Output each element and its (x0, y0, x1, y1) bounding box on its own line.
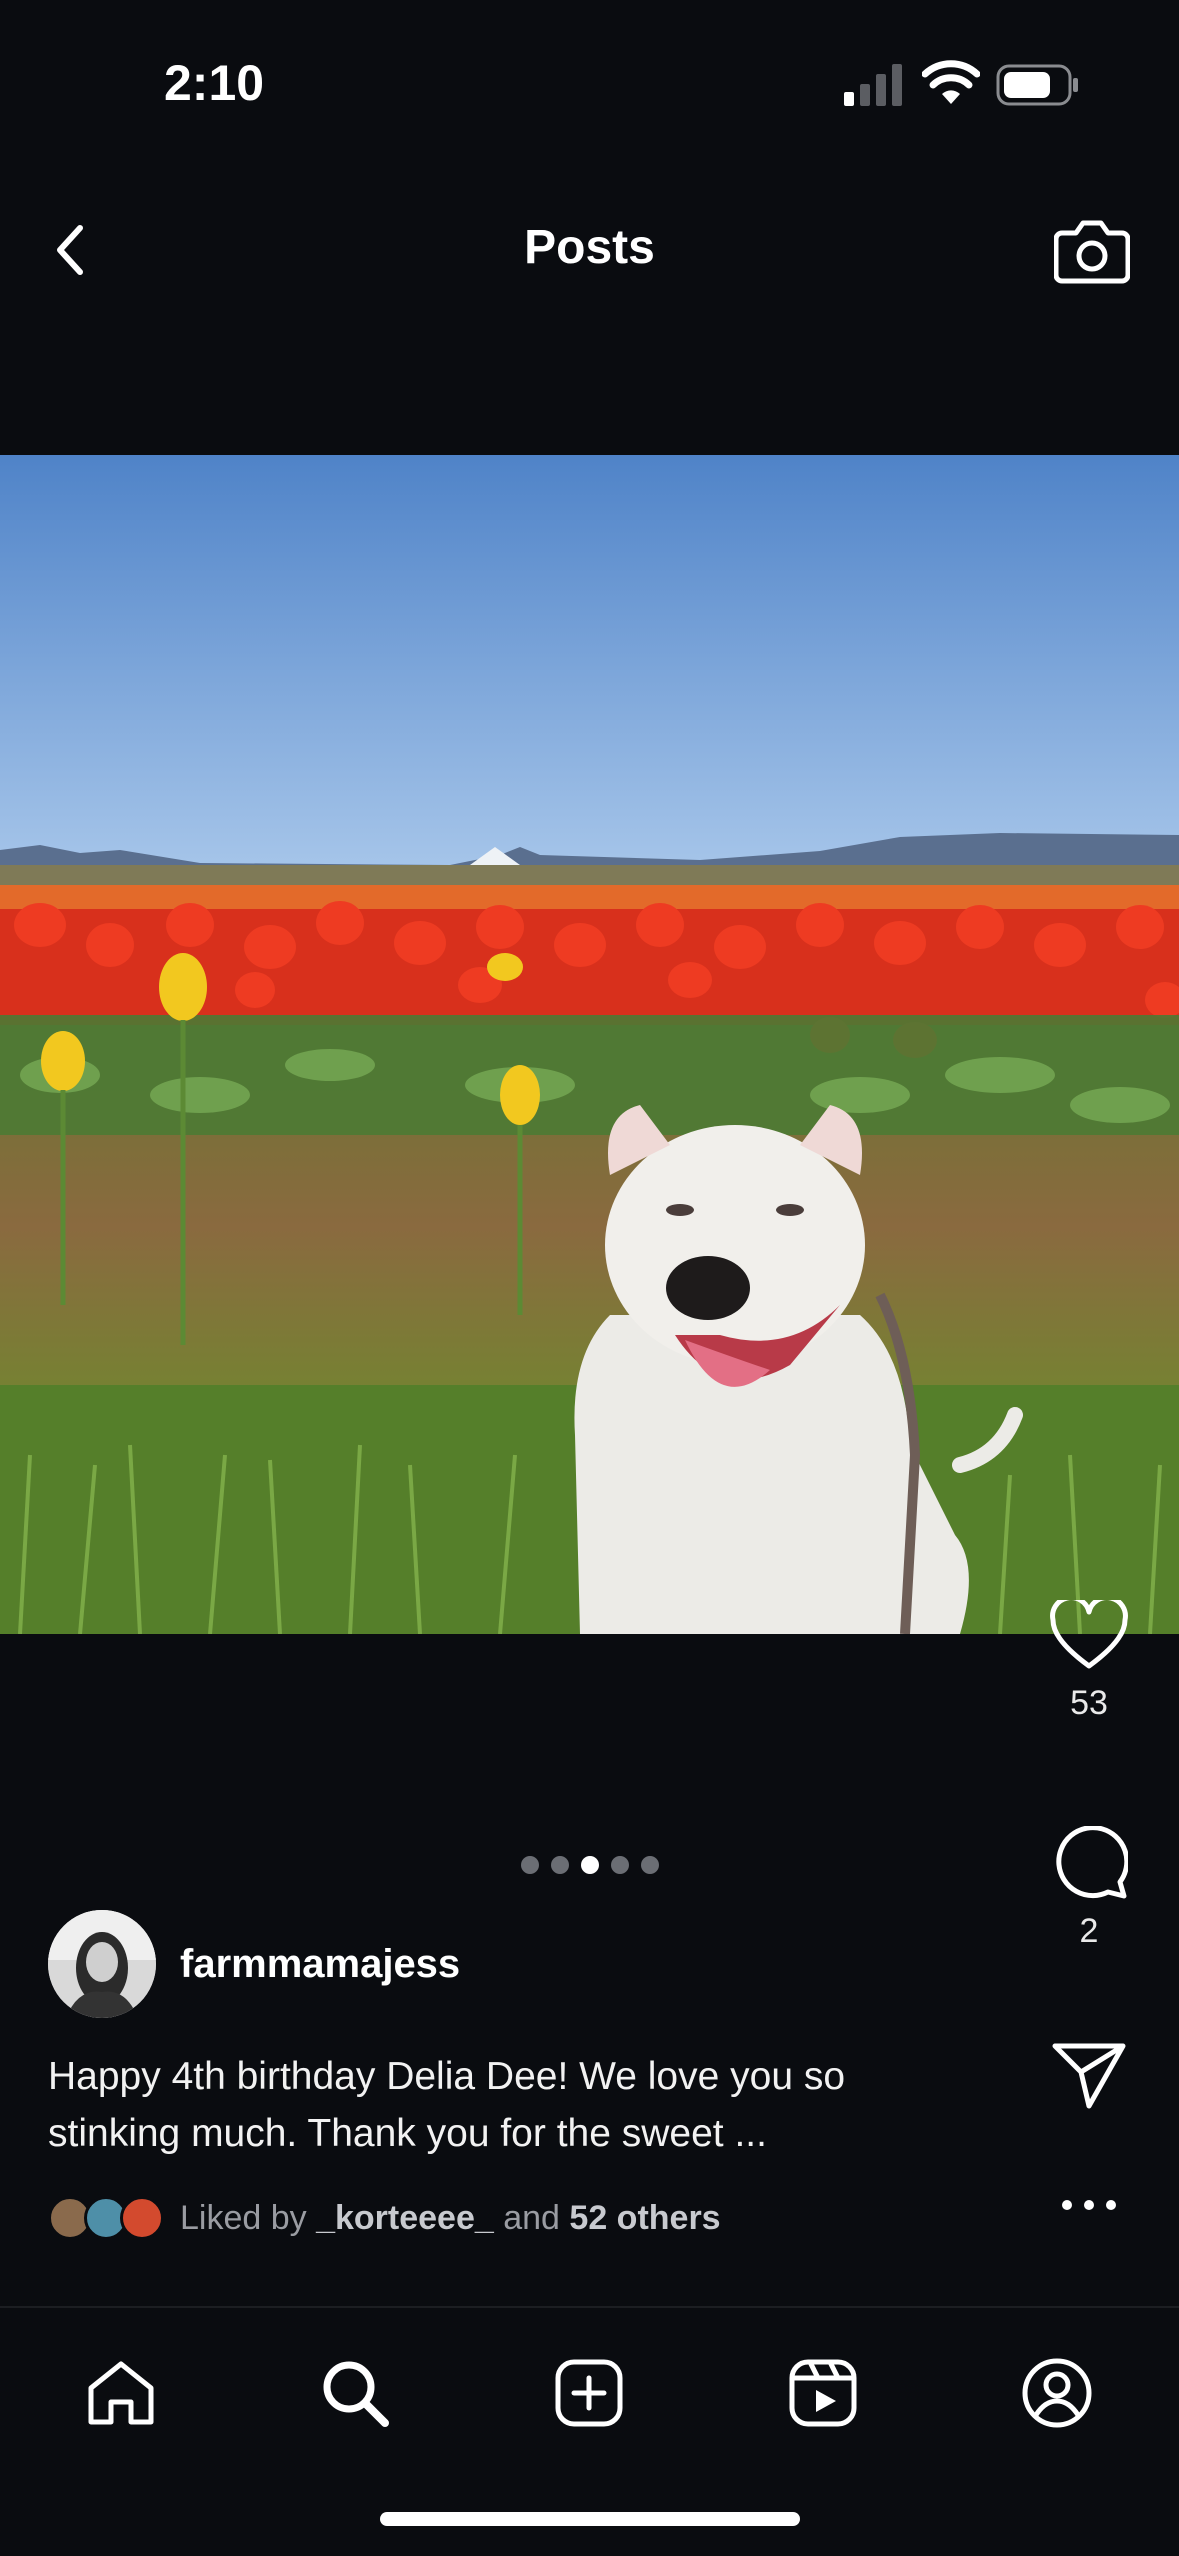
camera-icon (1054, 220, 1130, 284)
send-paper-plane-icon[interactable] (1051, 2042, 1127, 2110)
carousel-dot (550, 1856, 569, 1874)
like-count[interactable]: 53 (1070, 1684, 1108, 1723)
reels-icon (789, 2359, 857, 2427)
nav-profile[interactable] (1012, 2348, 1102, 2438)
more-dots-icon[interactable] (1059, 2198, 1119, 2212)
dog-in-tulip-field-image (0, 455, 1179, 1634)
home-icon (88, 2361, 154, 2425)
nav-search[interactable] (310, 2348, 400, 2438)
battery-icon (996, 64, 1078, 106)
heart-icon[interactable] (1049, 1600, 1129, 1672)
nav-home[interactable] (76, 2348, 166, 2438)
nav-create[interactable] (544, 2348, 634, 2438)
header: Posts (0, 190, 1179, 310)
carousel-indicator (0, 1856, 1179, 1874)
comment-action: 2 (999, 1826, 1179, 1951)
author-avatar[interactable] (48, 1910, 156, 2018)
post-caption[interactable]: Happy 4th birthday Delia Dee! We love yo… (48, 2048, 968, 2162)
comment-count[interactable]: 2 (1080, 1912, 1099, 1951)
status-bar: 2:10 (0, 0, 1179, 150)
liked-by-text: Liked by _korteeee_ and 52 others (180, 2199, 721, 2238)
more-options-action (999, 2198, 1179, 2212)
cellular-signal-icon (844, 64, 902, 106)
post-author[interactable]: farmmamajess (48, 1910, 460, 2018)
create-post-icon (555, 2359, 623, 2427)
page-title: Posts (524, 221, 655, 274)
like-action: 53 (999, 1600, 1179, 1723)
carousel-dot-active (580, 1856, 599, 1874)
liker-avatar (120, 2196, 164, 2240)
status-time: 2:10 (164, 55, 265, 111)
liked-by-others[interactable]: 52 others (569, 2199, 720, 2237)
nav-reels[interactable] (778, 2348, 868, 2438)
share-action (999, 2042, 1179, 2110)
carousel-dot (520, 1856, 539, 1874)
search-icon (323, 2361, 389, 2427)
liked-by-user[interactable]: _korteeee_ (316, 2199, 494, 2237)
liker-avatars (48, 2196, 164, 2240)
liked-by-row[interactable]: Liked by _korteeee_ and 52 others (48, 2196, 721, 2240)
home-indicator[interactable] (380, 2512, 800, 2526)
post-photo[interactable] (0, 455, 1179, 1634)
liked-by-connector: and (503, 2198, 560, 2237)
author-username[interactable]: farmmamajess (180, 1942, 460, 1987)
camera-button[interactable] (1050, 210, 1134, 290)
carousel-dot (640, 1856, 659, 1874)
carousel-dot (610, 1856, 629, 1874)
wifi-icon (922, 60, 980, 104)
liked-by-prefix: Liked by (180, 2198, 307, 2237)
profile-icon (1022, 2358, 1092, 2428)
